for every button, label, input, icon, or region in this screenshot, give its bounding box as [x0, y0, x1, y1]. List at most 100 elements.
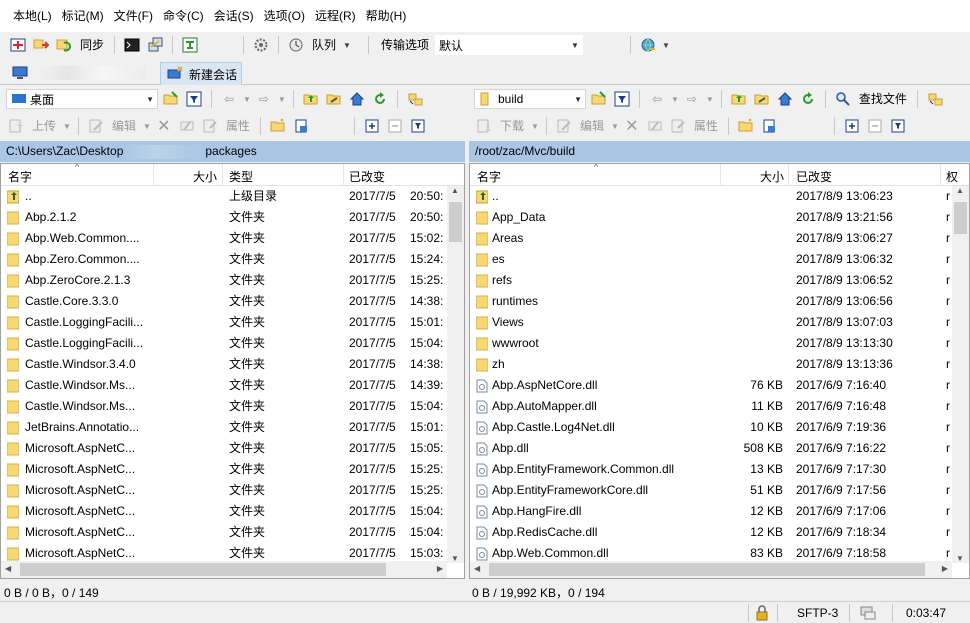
table-row[interactable]: Abp.AutoMapper.dll 11 KB 2017/6/9 7:16:48 r: [470, 396, 969, 417]
parent-dir-icon[interactable]: [729, 89, 749, 109]
find-files-button[interactable]: 查找文件: [856, 89, 910, 109]
tab-new-session[interactable]: 新建会话: [160, 62, 242, 85]
root-dir-icon[interactable]: [752, 89, 772, 109]
find-files-icon[interactable]: [833, 89, 853, 109]
column-header-modified[interactable]: 已改变: [349, 168, 385, 185]
table-row[interactable]: Abp.Zero.Common.... 文件夹 2017/7/5 15:24:: [1, 249, 464, 270]
scroll-down-icon[interactable]: ▼: [956, 554, 964, 563]
column-header-modified[interactable]: 已改变: [796, 168, 832, 185]
column-header-rights[interactable]: 权: [946, 168, 958, 185]
right-horizontal-scrollbar[interactable]: ◀ ▶: [470, 561, 952, 578]
table-row[interactable]: Microsoft.AspNetC... 文件夹 2017/7/5 15:25:: [1, 459, 464, 480]
chevron-down-icon[interactable]: ▼: [343, 41, 351, 50]
open-folder-icon[interactable]: [161, 89, 181, 109]
chevron-down-icon[interactable]: ▼: [63, 122, 71, 131]
table-row[interactable]: App_Data 2017/8/9 13:21:56 r: [470, 207, 969, 228]
home-icon[interactable]: [347, 89, 367, 109]
table-row[interactable]: .. 上级目录 2017/7/5 20:50:: [1, 186, 464, 207]
upload-icon[interactable]: [6, 116, 26, 136]
menu-item[interactable]: 标记(M): [57, 5, 109, 27]
parent-dir-icon[interactable]: [301, 89, 321, 109]
forward-icon[interactable]: ⇨: [682, 89, 702, 109]
delete-icon[interactable]: ✕: [622, 116, 642, 136]
refresh-icon[interactable]: [798, 89, 818, 109]
table-row[interactable]: Abp.RedisCache.dll 12 KB 2017/6/9 7:18:34 r: [470, 522, 969, 543]
properties-icon[interactable]: [200, 116, 220, 136]
table-row[interactable]: Castle.Windsor.Ms... 文件夹 2017/7/5 15:04:: [1, 396, 464, 417]
table-row[interactable]: Castle.LoggingFacili... 文件夹 2017/7/5 15:01:: [1, 312, 464, 333]
rename-icon[interactable]: [177, 116, 197, 136]
table-row[interactable]: wwwroot 2017/8/9 13:13:30 r: [470, 333, 969, 354]
open-folder-icon[interactable]: [589, 89, 609, 109]
right-location-select[interactable]: build ▼: [474, 89, 586, 109]
table-row[interactable]: zh 2017/8/9 13:13:36 r: [470, 354, 969, 375]
gear-icon[interactable]: [251, 35, 271, 55]
back-icon[interactable]: ⇦: [219, 89, 239, 109]
properties-button[interactable]: 属性: [691, 116, 721, 136]
new-folder-icon[interactable]: [736, 116, 756, 136]
putty-icon[interactable]: [145, 35, 165, 55]
queue-button[interactable]: 队列: [309, 35, 339, 55]
left-location-select[interactable]: 桌面 ▼: [6, 89, 158, 109]
table-row[interactable]: Abp.Castle.Log4Net.dll 10 KB 2017/6/9 7:19…: [470, 417, 969, 438]
refresh-icon[interactable]: [370, 89, 390, 109]
chevron-down-icon[interactable]: ▼: [671, 95, 679, 104]
tree-icon[interactable]: [180, 35, 200, 55]
menu-item[interactable]: 选项(O): [259, 5, 310, 27]
menu-item[interactable]: 文件(F): [109, 5, 158, 27]
table-row[interactable]: Abp.Web.Common.... 文件夹 2017/7/5 15:02:: [1, 228, 464, 249]
forward-icon[interactable]: ⇨: [254, 89, 274, 109]
chevron-down-icon[interactable]: ▼: [278, 95, 286, 104]
scroll-right-icon[interactable]: ▶: [942, 564, 948, 573]
chevron-down-icon[interactable]: ▼: [143, 122, 151, 131]
chevron-down-icon[interactable]: ▼: [706, 95, 714, 104]
back-icon[interactable]: ⇦: [647, 89, 667, 109]
scroll-left-icon[interactable]: ◀: [474, 564, 480, 573]
table-row[interactable]: es 2017/8/9 13:06:32 r: [470, 249, 969, 270]
column-header-size[interactable]: 大小: [760, 168, 784, 185]
right-scroll-thumb[interactable]: [954, 202, 967, 234]
table-row[interactable]: Microsoft.AspNetC... 文件夹 2017/7/5 15:04:: [1, 522, 464, 543]
table-row[interactable]: Views 2017/8/9 13:07:03 r: [470, 312, 969, 333]
root-dir-icon[interactable]: [324, 89, 344, 109]
sync-browse-icon[interactable]: [31, 35, 51, 55]
properties-button[interactable]: 属性: [223, 116, 253, 136]
chevron-down-icon[interactable]: ▼: [662, 41, 670, 50]
scroll-up-icon[interactable]: ▲: [451, 186, 459, 195]
edit-icon[interactable]: [554, 116, 574, 136]
select-all-icon[interactable]: [362, 116, 382, 136]
table-row[interactable]: refs 2017/8/9 13:06:52 r: [470, 270, 969, 291]
upload-button[interactable]: 上传: [29, 116, 59, 136]
scroll-left-icon[interactable]: ◀: [5, 564, 11, 573]
table-row[interactable]: .. 2017/8/9 13:06:23 r: [470, 186, 969, 207]
table-row[interactable]: Castle.Core.3.3.0 文件夹 2017/7/5 14:38:: [1, 291, 464, 312]
left-scroll-thumb[interactable]: [449, 202, 462, 242]
column-header-type[interactable]: 类型: [229, 168, 253, 185]
table-row[interactable]: Microsoft.AspNetC... 文件夹 2017/7/5 15:04:: [1, 501, 464, 522]
unselect-icon[interactable]: [865, 116, 885, 136]
delete-icon[interactable]: ✕: [154, 116, 174, 136]
right-path-bar[interactable]: /root/zac/Mvc/build: [469, 141, 970, 162]
column-header-name[interactable]: 名字: [8, 168, 32, 185]
edit-icon[interactable]: [86, 116, 106, 136]
right-vertical-scrollbar[interactable]: ▲ ▼: [952, 186, 969, 563]
table-row[interactable]: runtimes 2017/8/9 13:06:56 r: [470, 291, 969, 312]
right-file-list[interactable]: 名字 ^ 大小 已改变 权 .. 2017/8/9 13:06:23 r App_Da…: [469, 163, 970, 579]
scroll-down-icon[interactable]: ▼: [451, 554, 459, 563]
table-row[interactable]: Microsoft.AspNetC... 文件夹 2017/7/5 15:05:: [1, 438, 464, 459]
table-row[interactable]: Abp.EntityFramework.Common.dll 13 KB 2017/…: [470, 459, 969, 480]
download-button[interactable]: 下载: [497, 116, 527, 136]
download-icon[interactable]: [474, 116, 494, 136]
compare-icon[interactable]: [8, 35, 28, 55]
table-row[interactable]: Abp.dll 508 KB 2017/6/9 7:16:22 r: [470, 438, 969, 459]
chevron-down-icon[interactable]: ▼: [243, 95, 251, 104]
menu-item[interactable]: 本地(L): [8, 5, 57, 27]
table-row[interactable]: Abp.AspNetCore.dll 76 KB 2017/6/9 7:16:40 r: [470, 375, 969, 396]
filter-select-icon[interactable]: [408, 116, 428, 136]
table-row[interactable]: Abp.2.1.2 文件夹 2017/7/5 20:50:: [1, 207, 464, 228]
chevron-down-icon[interactable]: ▼: [611, 122, 619, 131]
synchronize-icon[interactable]: [54, 35, 74, 55]
new-folder-icon[interactable]: [268, 116, 288, 136]
menu-item[interactable]: 帮助(H): [361, 5, 412, 27]
table-row[interactable]: Abp.EntityFrameworkCore.dll 51 KB 2017/6/9…: [470, 480, 969, 501]
